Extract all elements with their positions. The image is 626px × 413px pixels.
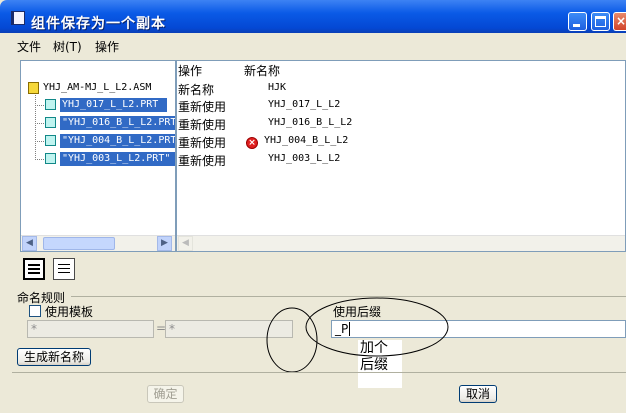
window-icon (11, 11, 25, 25)
part-icon (45, 153, 56, 164)
scroll-left-icon[interactable]: ◀ (22, 236, 37, 251)
use-template-checkbox[interactable] (29, 305, 41, 317)
part-icon (45, 99, 56, 110)
ok-button[interactable]: 确定 (147, 385, 184, 403)
menu-bar: 文件 树(T) 操作 (0, 34, 626, 56)
cancel-button[interactable]: 取消 (459, 385, 497, 403)
tree-model-pane: YHJ_AM-MJ_L_L2.ASM YHJ_017_L_L2.PRT "YHJ… (21, 61, 177, 251)
maximize-button[interactable] (591, 12, 610, 31)
right-horizontal-scrollbar[interactable]: ◀ (177, 235, 625, 251)
tree-item-part-2[interactable]: "YHJ_016_B_L_L2.PRT" (60, 116, 175, 130)
assembly-icon (28, 82, 39, 94)
use-suffix-label: 使用后缀 (333, 305, 382, 319)
menu-file[interactable]: 文件 (17, 38, 41, 55)
row-operation[interactable]: 重新使用 (178, 98, 226, 115)
scroll-thumb[interactable] (43, 237, 115, 250)
tree-root-label[interactable]: YHJ_AM-MJ_L_L2.ASM (43, 82, 151, 93)
row-operation[interactable]: 重新使用 (178, 134, 226, 151)
template-input-left[interactable]: * (27, 320, 154, 338)
row-new-name[interactable]: YHJ_017_L_L2 (268, 99, 340, 110)
tree-connector (35, 141, 44, 142)
component-tree: YHJ_AM-MJ_L_L2.ASM YHJ_017_L_L2.PRT "YHJ… (20, 60, 626, 252)
close-button[interactable]: × (613, 12, 626, 31)
close-icon: × (616, 14, 626, 28)
tree-connector (35, 105, 44, 106)
title-bar[interactable]: 组件保存为一个副本 × (0, 0, 626, 33)
minimize-icon (573, 24, 580, 27)
tree-item-part-1[interactable]: YHJ_017_L_L2.PRT (60, 98, 167, 112)
suffix-input[interactable]: _P (331, 320, 626, 338)
template-input-right[interactable]: * (165, 320, 293, 338)
tree-connector (35, 159, 44, 160)
column-header-operation[interactable]: 操作 (178, 62, 202, 79)
window-title: 组件保存为一个副本 (31, 16, 166, 32)
column-header-new-name[interactable]: 新名称 (244, 62, 280, 79)
row-operation[interactable]: 重新使用 (178, 116, 226, 133)
footer-divider (12, 372, 626, 373)
tree-connector (35, 123, 44, 124)
annotation-line-1: 加个 (360, 340, 388, 356)
maximize-icon (595, 16, 606, 27)
part-icon (45, 117, 56, 128)
row-operation[interactable]: 重新使用 (178, 152, 226, 169)
tree-item-part-3[interactable]: "YHJ_004_B_L_L2.PRT" (60, 134, 175, 148)
error-icon: × (246, 137, 258, 149)
annotation-callout: 加个 后缀 (358, 340, 402, 388)
use-template-label[interactable]: 使用模板 (45, 303, 93, 320)
menu-operation[interactable]: 操作 (95, 38, 119, 55)
scroll-right-icon[interactable]: ▶ (157, 236, 172, 251)
tree-item-part-4[interactable]: "YHJ_003_L_L2.PRT" (60, 152, 175, 166)
row-new-name[interactable]: YHJ_016_B_L_L2 (268, 117, 352, 128)
annotation-ellipse-small (266, 307, 318, 373)
row-new-name[interactable]: YHJ_004_B_L_L2 (264, 135, 348, 146)
section-divider (71, 296, 626, 297)
expanded-view-button[interactable] (23, 258, 45, 280)
scroll-left-icon[interactable]: ◀ (178, 236, 193, 251)
row-operation[interactable]: 新名称 (178, 81, 214, 98)
row-new-name[interactable]: YHJ_003_L_L2 (268, 153, 340, 164)
menu-tree[interactable]: 树(T) (53, 38, 82, 55)
suffix-value: _P (335, 322, 349, 336)
generate-new-name-button[interactable]: 生成新名称 (17, 348, 91, 366)
row-new-name[interactable]: HJK (268, 82, 286, 93)
part-icon (45, 135, 56, 146)
collapsed-view-button[interactable] (53, 258, 75, 280)
minimize-button[interactable] (568, 12, 587, 31)
left-horizontal-scrollbar[interactable]: ◀ ▶ (21, 235, 175, 251)
tree-columns-pane: 操作 新名称 新名称 HJK 重新使用 YHJ_017_L_L2 重新使用 YH… (177, 61, 625, 251)
